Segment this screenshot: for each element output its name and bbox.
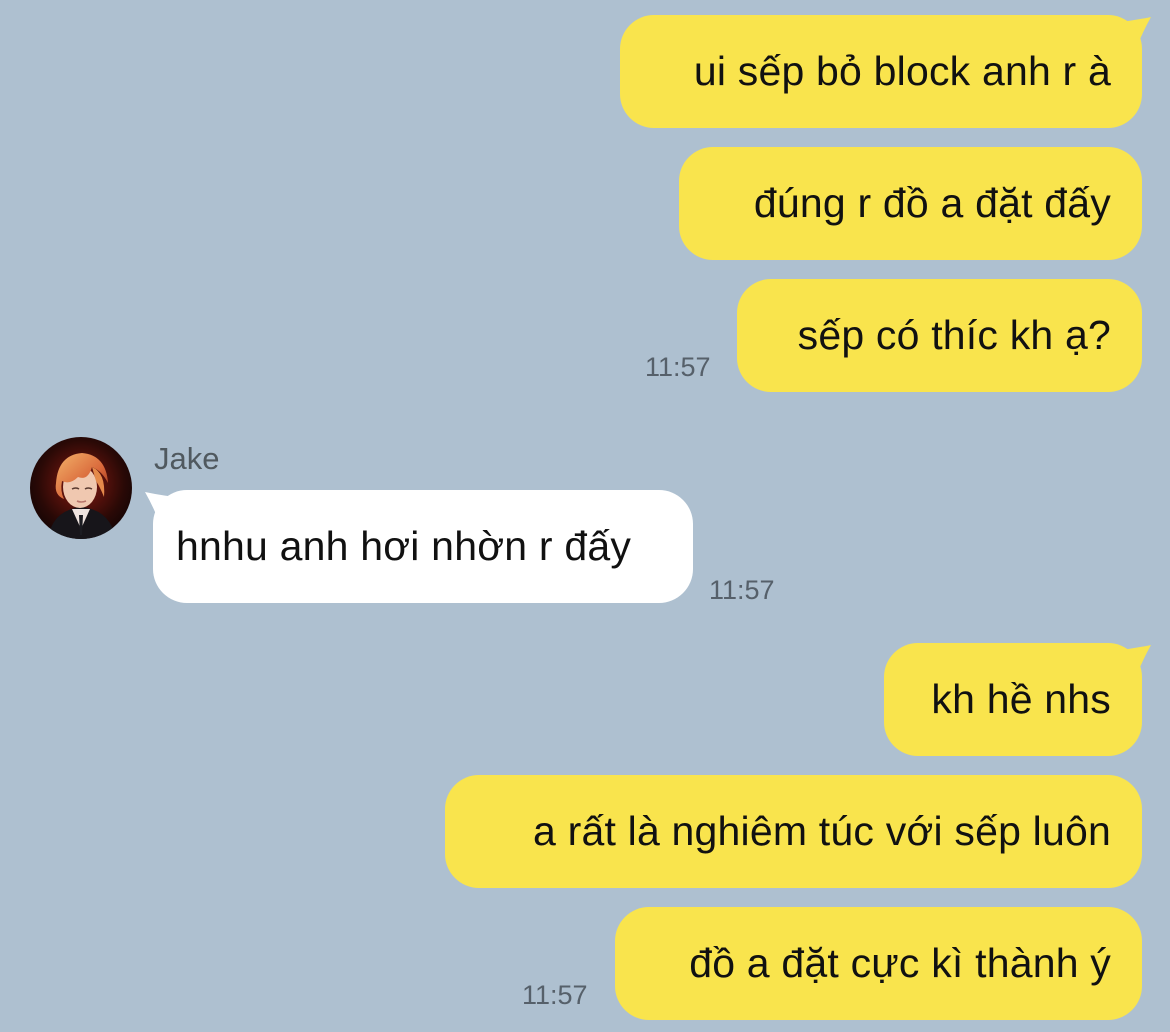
message-timestamp: 11:57 [522, 980, 588, 1010]
message-text: ui sếp bỏ block anh r à [693, 48, 1111, 94]
message-text: đồ a đặt cực kì thành ý [689, 940, 1111, 986]
message-text: hnhu anh hơi nhờn r đấy [176, 523, 632, 569]
message-text: a rất là nghiêm túc với sếp luôn [533, 808, 1111, 854]
message-text: sếp có thíc kh ạ? [797, 312, 1111, 358]
message-timestamp: 11:57 [645, 352, 711, 382]
chat-area: ui sếp bỏ block anh r à đúng r đồ a đặt … [0, 0, 1170, 1032]
outgoing-message[interactable]: đồ a đặt cực kì thành ý [615, 907, 1142, 1020]
message-text: kh hề nhs [931, 676, 1111, 722]
avatar[interactable] [30, 437, 132, 539]
sender-name: Jake [154, 441, 220, 476]
outgoing-message[interactable]: đúng r đồ a đặt đấy [679, 147, 1142, 260]
outgoing-message[interactable]: sếp có thíc kh ạ? [737, 279, 1142, 392]
message-timestamp: 11:57 [709, 575, 775, 605]
profile-photo-icon [30, 437, 132, 539]
incoming-message[interactable]: hnhu anh hơi nhờn r đấy [153, 490, 693, 603]
outgoing-message[interactable]: ui sếp bỏ block anh r à [620, 15, 1142, 128]
message-text: đúng r đồ a đặt đấy [753, 180, 1111, 226]
outgoing-message[interactable]: kh hề nhs [884, 643, 1142, 756]
outgoing-message[interactable]: a rất là nghiêm túc với sếp luôn [445, 775, 1142, 888]
